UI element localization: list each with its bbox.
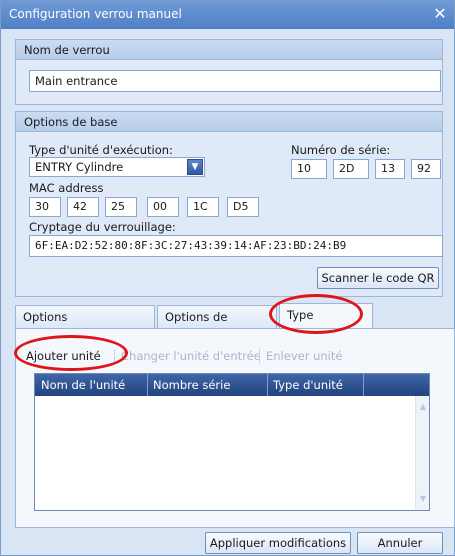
column-header-unit-name[interactable]: Nom de l'unité: [41, 378, 125, 392]
mac-part-2[interactable]: 42: [67, 197, 99, 217]
tab-additional-options[interactable]: Options additionnelles: [15, 305, 155, 346]
serial-part-4[interactable]: 92: [411, 159, 441, 179]
exec-unit-type-label: Type d'unité d'exécution:: [29, 143, 173, 157]
mac-label: MAC address: [29, 181, 104, 195]
column-header-unit-type[interactable]: Type d'unité: [273, 378, 343, 392]
lock-name-input[interactable]: Main entrance: [29, 70, 441, 92]
scroll-down-icon[interactable]: ▼: [418, 494, 428, 504]
scan-qr-button[interactable]: Scanner le code QR: [317, 267, 439, 289]
column-header-serial[interactable]: Nombre série: [153, 378, 230, 392]
change-unit-button[interactable]: Changer l'unité d'entrée: [121, 345, 261, 367]
mac-part-5[interactable]: 1C: [187, 197, 219, 217]
tab-settings-options[interactable]: Options de réglage: [157, 305, 277, 346]
encryption-label: Cryptage du verrouillage:: [29, 220, 176, 234]
column-divider: [267, 374, 268, 396]
encryption-key-input[interactable]: 6F:EA:D2:52:80:8F:3C:27:43:39:14:AF:23:B…: [29, 235, 443, 257]
serial-part-2[interactable]: 2D: [333, 159, 369, 179]
scroll-up-icon[interactable]: ▲: [418, 402, 428, 412]
lock-name-header: Nom de verrou: [16, 40, 442, 60]
mac-part-1[interactable]: 30: [29, 197, 61, 217]
tab-strip: Options additionnelles Options de réglag…: [15, 303, 455, 346]
close-icon[interactable]: ✕: [430, 4, 450, 24]
mac-part-3[interactable]: 25: [105, 197, 137, 217]
window-title: Configuration verrou manuel: [9, 7, 182, 21]
config-dialog: Configuration verrou manuel ✕ Nom de ver…: [0, 0, 455, 556]
vertical-scrollbar[interactable]: ▲ ▼: [415, 396, 429, 510]
units-table: Nom de l'unité Nombre série Type d'unité…: [34, 373, 430, 511]
apply-button[interactable]: Appliquer modifications: [205, 532, 351, 554]
remove-unit-button[interactable]: Enlever unité: [266, 345, 342, 367]
table-header: Nom de l'unité Nombre série Type d'unité: [35, 374, 429, 396]
serial-part-3[interactable]: 13: [375, 159, 405, 179]
toolbar-separator: [259, 349, 260, 363]
annotation-ellipse-tab: [269, 294, 363, 334]
mac-part-6[interactable]: D5: [227, 197, 259, 217]
exec-unit-type-value: ENTRY Cylindre: [35, 160, 124, 174]
column-divider: [363, 374, 364, 396]
annotation-ellipse-add-unit: [14, 335, 128, 371]
basic-options-header: Options de base: [16, 112, 442, 132]
cancel-button[interactable]: Annuler: [357, 532, 443, 554]
serial-label: Numéro de série:: [291, 143, 391, 157]
column-divider: [147, 374, 148, 396]
exec-unit-type-select[interactable]: ENTRY Cylindre ▼: [29, 157, 205, 177]
serial-part-1[interactable]: 10: [291, 159, 327, 179]
chevron-down-icon[interactable]: ▼: [187, 159, 203, 175]
mac-part-4[interactable]: 00: [147, 197, 179, 217]
title-bar: Configuration verrou manuel ✕: [1, 1, 454, 29]
